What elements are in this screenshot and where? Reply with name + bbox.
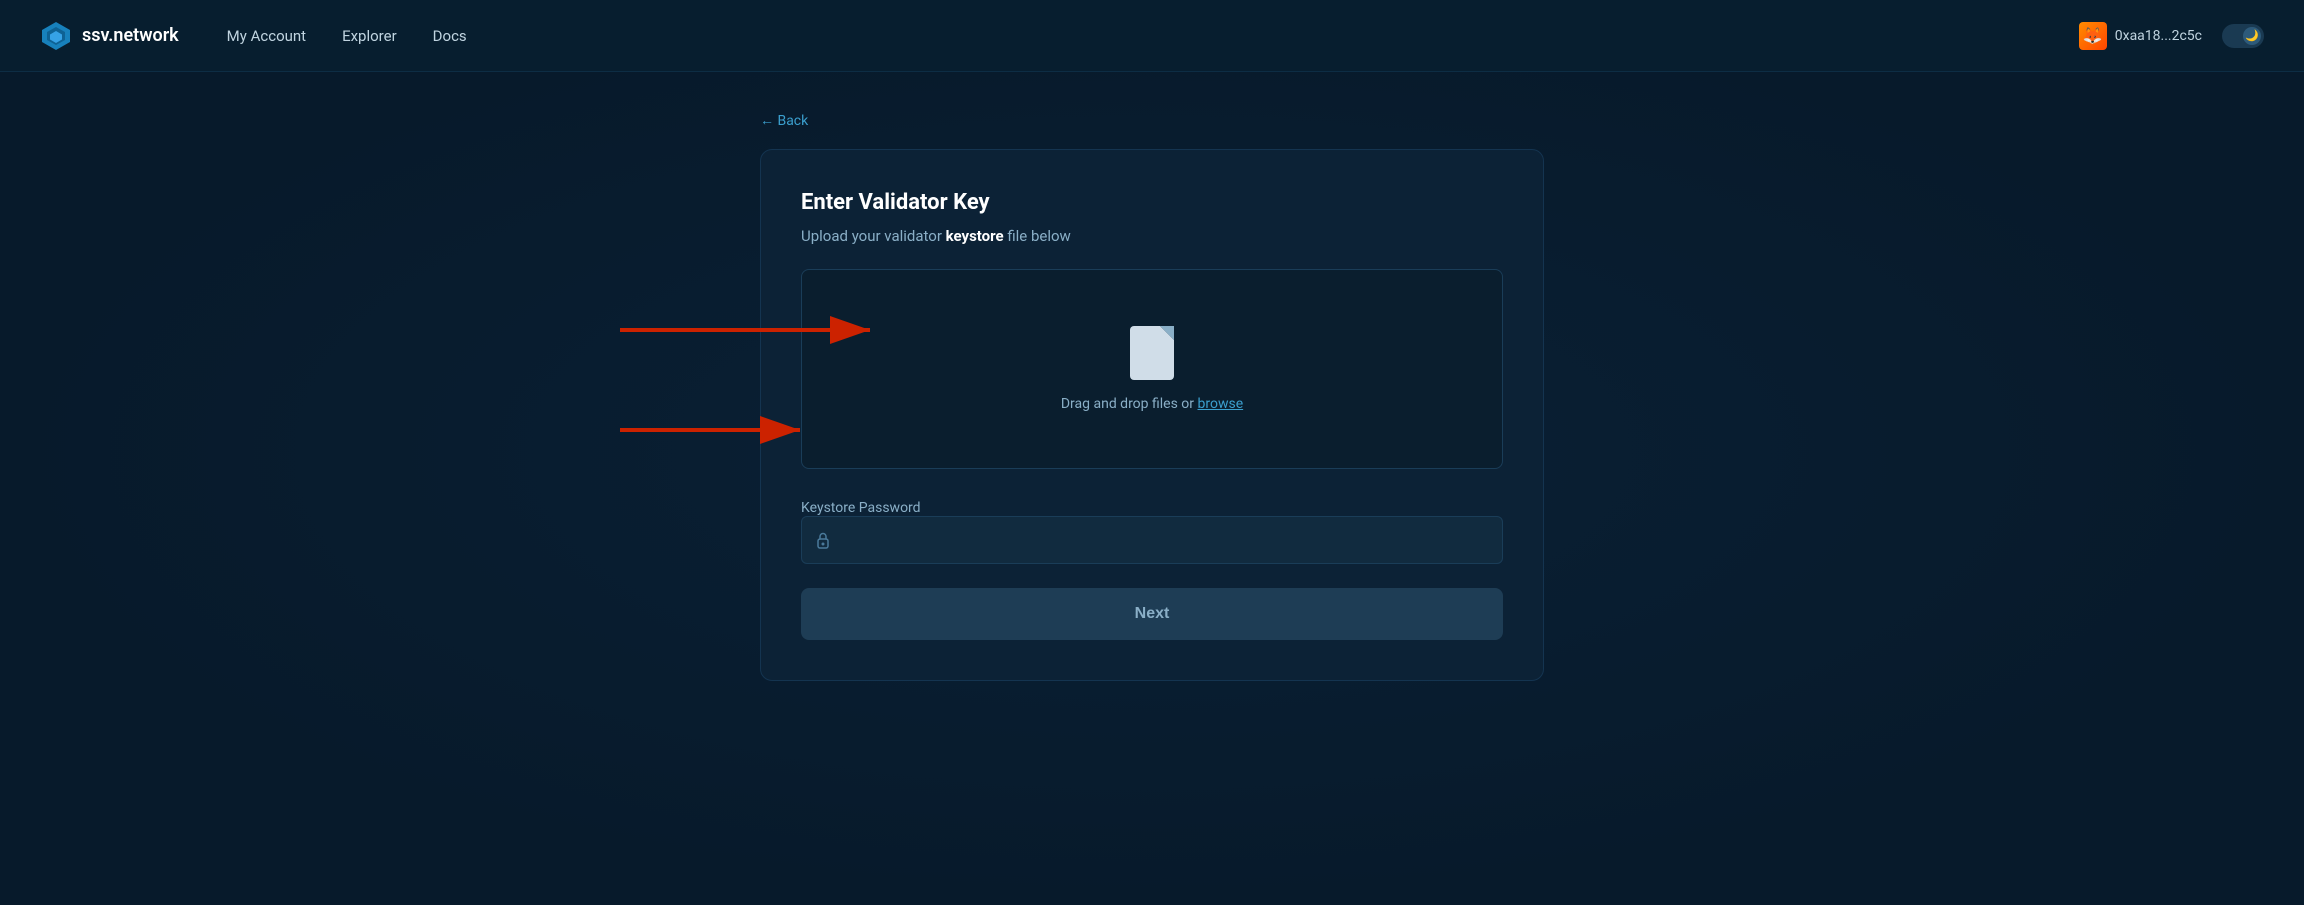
subtitle-bold: keystore bbox=[946, 227, 1004, 245]
nav-my-account[interactable]: My Account bbox=[227, 27, 306, 45]
validator-key-card: Enter Validator Key Upload your validato… bbox=[760, 149, 1544, 681]
subtitle-plain: Upload your validator bbox=[801, 227, 946, 245]
drop-text-plain: Drag and drop files or bbox=[1061, 396, 1198, 412]
theme-toggle[interactable]: 🌙 bbox=[2222, 24, 2264, 48]
logo-text: ssv.network bbox=[82, 25, 179, 46]
password-input[interactable] bbox=[801, 516, 1503, 564]
next-button[interactable]: Next bbox=[801, 588, 1503, 640]
navbar: ssv.network My Account Explorer Docs 🦊 0… bbox=[0, 0, 2304, 72]
browse-link[interactable]: browse bbox=[1198, 396, 1244, 412]
subtitle-suffix: file below bbox=[1004, 227, 1071, 245]
theme-toggle-dot: 🌙 bbox=[2243, 27, 2261, 45]
password-label: Keystore Password bbox=[801, 500, 921, 516]
back-link-text: ← Back bbox=[760, 112, 808, 129]
logo[interactable]: ssv.network bbox=[40, 20, 179, 52]
wallet-address[interactable]: 🦊 0xaa18...2c5c bbox=[2079, 22, 2202, 50]
wallet-address-text: 0xaa18...2c5c bbox=[2115, 28, 2202, 44]
card-subtitle: Upload your validator keystore file belo… bbox=[801, 227, 1503, 245]
password-field-group: Keystore Password bbox=[801, 497, 1503, 564]
card-title: Enter Validator Key bbox=[801, 190, 1503, 215]
main-content: ← Back Enter Validator Key Upload your v… bbox=[0, 72, 2304, 681]
password-input-wrapper bbox=[801, 516, 1503, 564]
wallet-avatar: 🦊 bbox=[2079, 22, 2107, 50]
lock-icon bbox=[815, 531, 831, 549]
nav-docs[interactable]: Docs bbox=[433, 27, 467, 45]
back-link[interactable]: ← Back bbox=[760, 112, 1544, 129]
file-icon bbox=[1130, 326, 1174, 380]
drop-text: Drag and drop files or browse bbox=[1061, 396, 1243, 412]
nav-explorer[interactable]: Explorer bbox=[342, 27, 397, 45]
navbar-links: My Account Explorer Docs bbox=[227, 27, 2079, 45]
file-drop-zone[interactable]: Drag and drop files or browse bbox=[801, 269, 1503, 469]
navbar-right: 🦊 0xaa18...2c5c 🌙 bbox=[2079, 22, 2264, 50]
logo-icon bbox=[40, 20, 72, 52]
